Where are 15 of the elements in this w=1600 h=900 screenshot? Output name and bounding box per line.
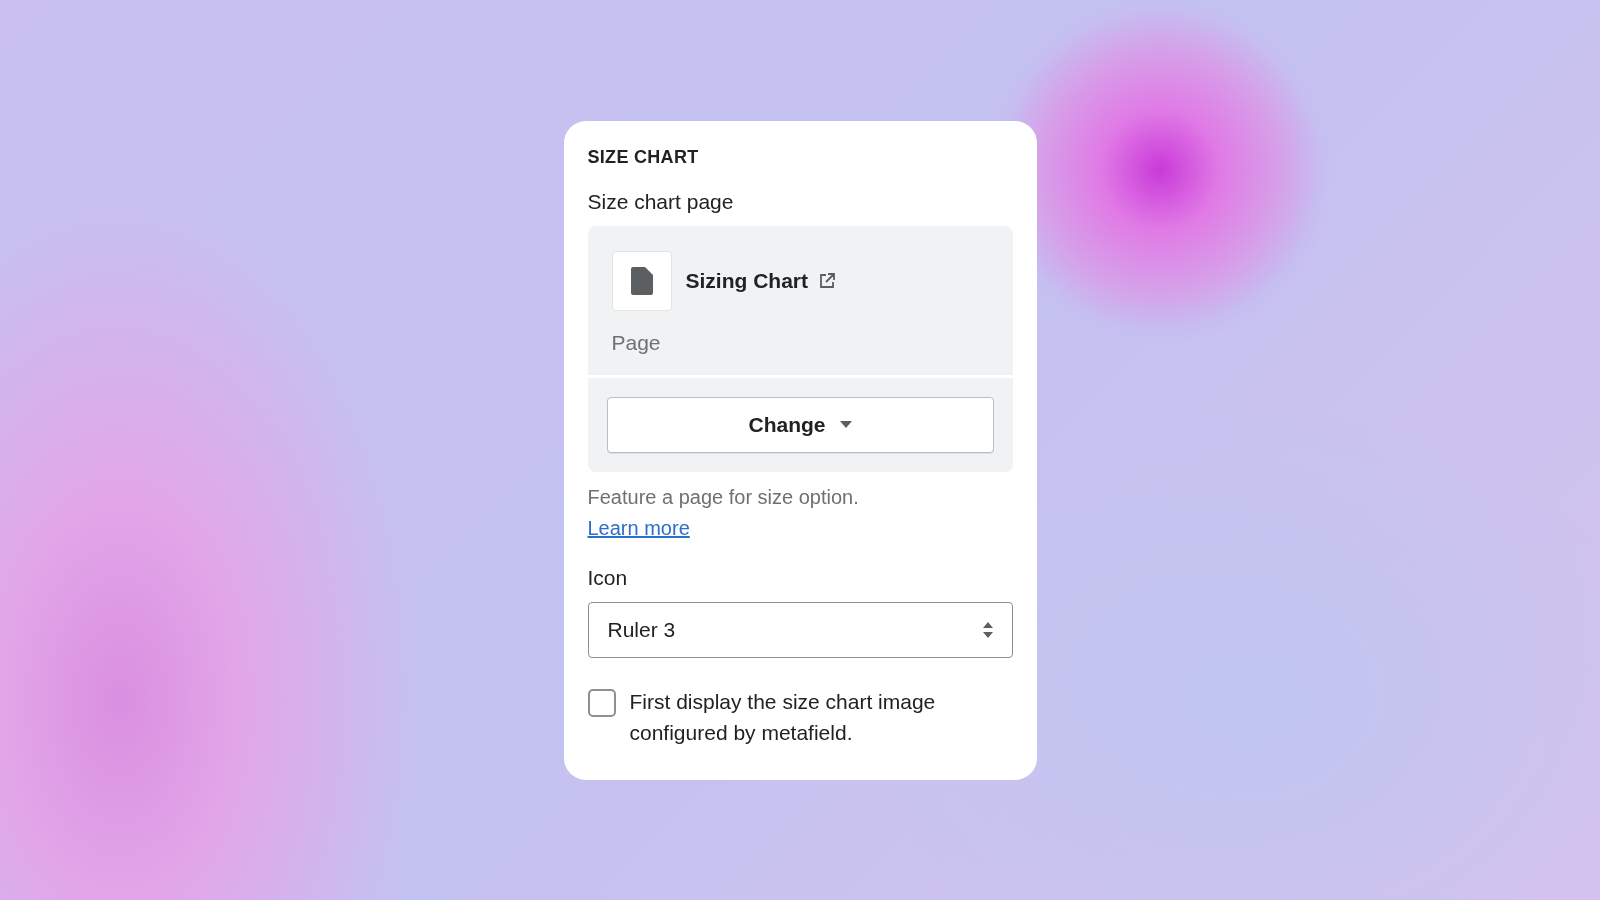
page-type: Page: [611, 330, 662, 355]
change-button[interactable]: Change: [606, 396, 994, 453]
caret-icon: [839, 420, 852, 429]
page-link[interactable]: Sizing Chart: [685, 268, 808, 293]
external-link-icon[interactable]: [818, 271, 836, 290]
icon-select[interactable]: Ruler 3: [587, 601, 1013, 658]
checkbox-label: First display the size chart image configured by metafield.: [629, 688, 937, 746]
help-text: Feature a page for size option.: [587, 485, 860, 509]
learn-more-link[interactable]: Learn more: [587, 516, 690, 540]
field-label: Size chart page: [587, 189, 735, 214]
field-label: Icon: [587, 565, 629, 590]
section-title: SIZE CHART: [587, 146, 700, 168]
checkbox[interactable]: [587, 688, 616, 717]
document-icon: [630, 266, 653, 295]
select-arrows-icon: [982, 621, 993, 638]
